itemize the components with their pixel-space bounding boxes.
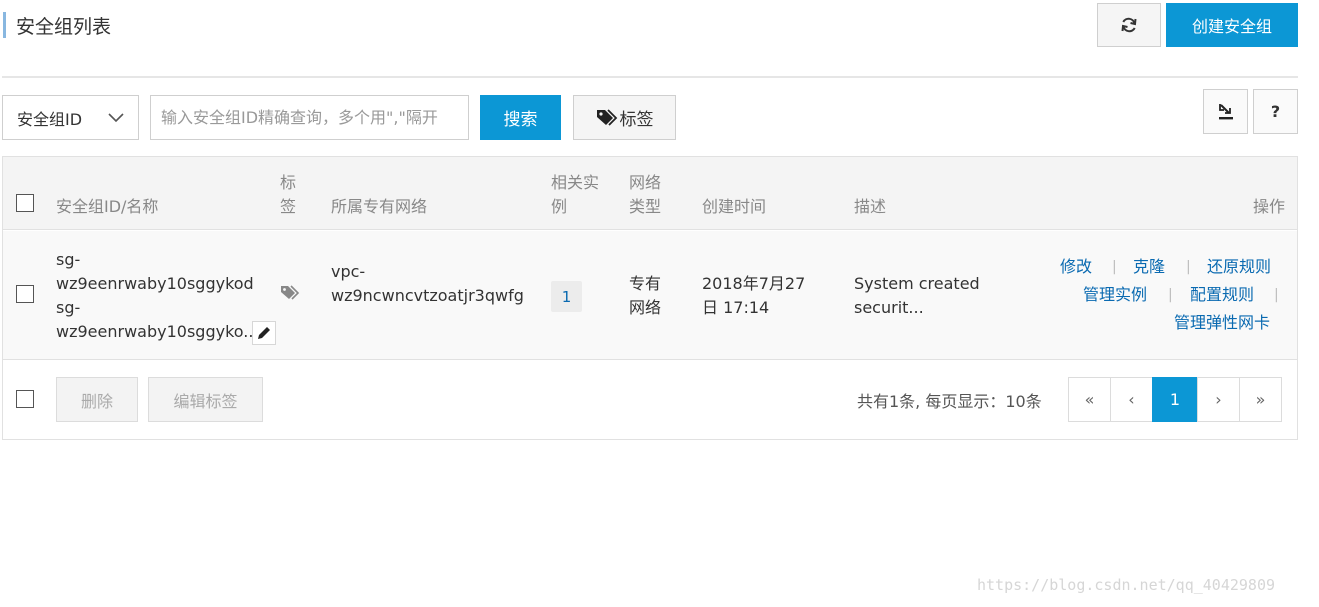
tag-icon[interactable] [280, 285, 300, 303]
header-vpc: 所属专有网络 [331, 197, 428, 216]
network-type-line2: 网络 [629, 298, 662, 317]
table-header: 安全组ID/名称 标 签 所属专有网络 相关实 例 网络 类型 创建时间 描述 … [3, 157, 1297, 230]
search-button[interactable]: 搜索 [480, 95, 561, 140]
prev-page-button[interactable]: ‹ [1110, 377, 1153, 422]
header-id-name: 安全组ID/名称 [56, 197, 159, 216]
table-row: sg- wz9eenrwaby10sggykod sg- wz9eenrwaby… [3, 231, 1297, 360]
header-divider [2, 76, 1298, 78]
filter-type-select[interactable]: 安全组ID [2, 95, 139, 140]
vpc-id-line2[interactable]: wz9ncwncvtzoatjr3qwfg [331, 284, 524, 308]
delete-button[interactable]: 删除 [56, 377, 138, 422]
watermark: https://blog.csdn.net/qq_40429809 [977, 576, 1276, 594]
row-checkbox[interactable] [16, 285, 34, 303]
tag-icon [596, 108, 617, 126]
action-separator: | [1168, 287, 1173, 303]
network-type-line1: 专有 [629, 274, 662, 293]
edit-name-button[interactable] [252, 321, 276, 345]
manage-eni-link[interactable]: 管理弹性网卡 [1174, 311, 1270, 335]
security-group-name-line2: wz9eenrwaby10sggyko... [56, 322, 259, 341]
title-accent-bar [3, 12, 6, 38]
refresh-icon [1121, 17, 1137, 33]
instance-count-badge[interactable]: 1 [551, 281, 582, 312]
description-line2: securit... [854, 298, 924, 317]
tag-filter-button[interactable]: 标签 [573, 95, 676, 140]
security-group-name-line1: sg- [56, 298, 81, 317]
modify-link[interactable]: 修改 [1060, 255, 1092, 279]
security-group-id-line2: wz9eenrwaby10sggykod [56, 274, 254, 293]
vpc-id-line1[interactable]: vpc- [331, 260, 365, 284]
edit-tags-button[interactable]: 编辑标签 [148, 377, 263, 422]
manage-instances-link[interactable]: 管理实例 [1083, 283, 1147, 307]
header-tags-line2: 签 [280, 197, 297, 216]
last-page-button[interactable]: » [1239, 377, 1282, 422]
clone-link[interactable]: 克隆 [1133, 255, 1165, 279]
search-input[interactable] [150, 95, 469, 140]
create-security-group-button[interactable]: 创建安全组 [1166, 3, 1298, 47]
page-header: 安全组列表 [3, 10, 111, 40]
first-page-button[interactable]: « [1068, 377, 1111, 422]
created-time-line2: 日 17:14 [702, 298, 770, 317]
chevron-down-icon [108, 112, 124, 122]
action-separator: | [1112, 259, 1117, 275]
current-page-button[interactable]: 1 [1152, 377, 1198, 422]
security-group-id-line1: sg- [56, 250, 81, 269]
header-actions: 操作 [1253, 197, 1286, 216]
tag-filter-label: 标签 [619, 110, 654, 130]
header-instances-line2: 例 [551, 197, 568, 216]
refresh-button[interactable] [1097, 3, 1161, 47]
pagination: « ‹ 1 › » [1068, 377, 1282, 422]
header-network-type-line2: 类型 [629, 197, 662, 216]
page-title: 安全组列表 [16, 15, 112, 38]
configure-rules-link[interactable]: 配置规则 [1190, 283, 1254, 307]
header-tags-line1: 标 [280, 173, 297, 192]
pagination-total: 共有1条, 每页显示：10条 [857, 392, 1042, 411]
filter-type-value: 安全组ID [17, 109, 83, 129]
pencil-icon [258, 327, 270, 339]
select-all-checkbox[interactable] [16, 194, 34, 212]
header-description: 描述 [854, 197, 887, 216]
security-group-table: 安全组ID/名称 标 签 所属专有网络 相关实 例 网络 类型 创建时间 描述 … [2, 156, 1298, 440]
export-icon [1218, 103, 1233, 119]
help-button[interactable]: ? [1253, 89, 1298, 134]
action-separator: | [1186, 259, 1191, 275]
created-time-line1: 2018年7月27 [702, 274, 806, 293]
footer-select-all-checkbox[interactable] [16, 390, 34, 408]
header-created: 创建时间 [702, 197, 767, 216]
next-page-button[interactable]: › [1197, 377, 1240, 422]
action-separator: | [1274, 287, 1279, 303]
description-line1: System created [854, 274, 980, 293]
header-network-type-line1: 网络 [629, 173, 662, 192]
header-instances-line1: 相关实 [551, 173, 600, 192]
restore-rules-link[interactable]: 还原规则 [1207, 255, 1271, 279]
export-button[interactable] [1203, 89, 1248, 134]
